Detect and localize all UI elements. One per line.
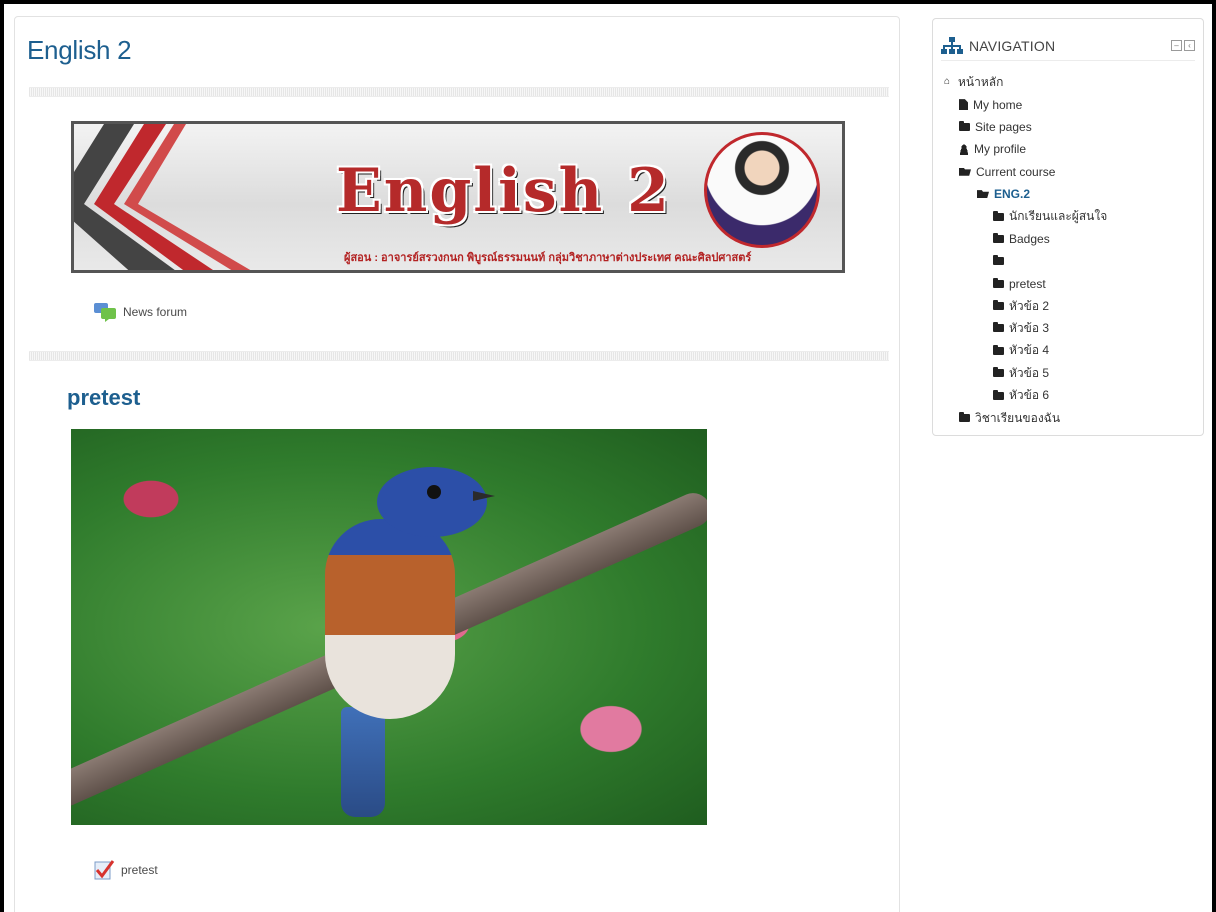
home-icon: ⌂ (943, 76, 951, 88)
image-bird-body (325, 519, 455, 719)
nav-item-label[interactable]: My profile (974, 142, 1026, 156)
folder-icon (993, 367, 1004, 378)
image-bird-beak (473, 491, 495, 501)
nav-item-label[interactable]: Badges (1009, 232, 1050, 246)
instructor-portrait (704, 132, 820, 248)
nav-item-general[interactable] (933, 250, 1203, 272)
nav-item-topic-5[interactable]: หัวข้อ 5 (933, 362, 1203, 384)
nav-item-participants[interactable]: นักเรียนและผู้สนใจ (933, 205, 1203, 227)
section-image-bird (71, 429, 707, 825)
nav-item-label[interactable]: นักเรียนและผู้สนใจ (1009, 207, 1107, 226)
folder-icon (959, 120, 970, 131)
nav-item-label[interactable]: หัวข้อ 6 (1009, 386, 1049, 405)
nav-item-label[interactable]: ENG.2 (994, 187, 1030, 201)
image-bird-tail (341, 707, 385, 817)
course-banner: English 2 ผู้สอน : อาจารย์สรวงกนก พิบูรณ… (71, 121, 845, 273)
navigation-header: NAVIGATION – ‹ (941, 31, 1195, 61)
section-title-pretest: pretest (67, 385, 141, 410)
nav-item-label[interactable]: วิชาเรียนของฉัน (975, 409, 1060, 428)
news-forum-label[interactable]: News forum (123, 305, 187, 319)
folder-icon (993, 232, 1004, 243)
section-divider (29, 87, 889, 97)
nav-item-my-courses[interactable]: วิชาเรียนของฉัน (933, 407, 1203, 429)
nav-item-label[interactable]: หัวข้อ 2 (1009, 297, 1049, 316)
nav-item-label[interactable]: My home (973, 98, 1022, 112)
folder-icon (959, 412, 970, 423)
banner-caption: ผู้สอน : อาจารย์สรวงกนก พิบูรณ์ธรรมนนท์ … (344, 252, 752, 264)
quiz-icon (94, 860, 115, 880)
nav-item-topic-4[interactable]: หัวข้อ 4 (933, 340, 1203, 362)
nav-item-topic-2[interactable]: หัวข้อ 2 (933, 295, 1203, 317)
user-icon (959, 143, 969, 155)
section-divider (29, 351, 889, 361)
nav-item-my-profile[interactable]: My profile (933, 138, 1203, 160)
folder-icon (993, 322, 1004, 333)
folder-open-icon (959, 167, 971, 176)
nav-item-label[interactable]: Current course (976, 165, 1055, 179)
nav-item-pretest[interactable]: pretest (933, 273, 1203, 295)
page-title: English 2 (27, 35, 132, 65)
nav-item-home[interactable]: ⌂ หน้าหลัก (933, 71, 1203, 93)
news-forum-link[interactable]: News forum (93, 301, 187, 323)
folder-icon (993, 344, 1004, 355)
folder-icon (993, 389, 1004, 400)
banner-title: English 2 (336, 156, 671, 226)
image-bird-head (377, 467, 487, 537)
nav-item-label[interactable]: หัวข้อ 5 (1009, 364, 1049, 383)
nav-item-label[interactable]: หัวข้อ 4 (1009, 341, 1049, 360)
collapse-block-icon[interactable]: – (1171, 40, 1182, 51)
nav-item-badges[interactable]: Badges (933, 228, 1203, 250)
nav-item-label[interactable]: หน้าหลัก (958, 73, 1003, 92)
folder-open-icon (977, 190, 989, 199)
pretest-activity-label[interactable]: pretest (121, 863, 158, 877)
folder-icon (993, 277, 1004, 288)
nav-item-topic-3[interactable]: หัวข้อ 3 (933, 317, 1203, 339)
pretest-quiz-link[interactable]: pretest (93, 859, 158, 881)
folder-icon (993, 300, 1004, 311)
nav-item-my-home[interactable]: My home (933, 93, 1203, 115)
nav-item-label[interactable]: Site pages (975, 120, 1032, 134)
nav-item-eng2[interactable]: ENG.2 (933, 183, 1203, 205)
folder-icon (993, 255, 1004, 266)
image-bird-eye (427, 485, 441, 499)
nav-item-topic-6[interactable]: หัวข้อ 6 (933, 384, 1203, 406)
nav-item-label[interactable]: หัวข้อ 3 (1009, 319, 1049, 338)
navigation-tree: ⌂ หน้าหลัก My home Site pages My profile… (933, 71, 1203, 429)
nav-item-label[interactable]: pretest (1009, 277, 1046, 291)
navigation-block: NAVIGATION – ‹ ⌂ หน้าหลัก My home Site p… (932, 18, 1204, 436)
course-content-panel: English 2 English 2 ผู้สอน : อาจารย์สรวง… (14, 16, 900, 912)
nav-item-current-course[interactable]: Current course (933, 161, 1203, 183)
banner-stripes (74, 124, 251, 270)
nav-item-site-pages[interactable]: Site pages (933, 116, 1203, 138)
document-icon (959, 99, 968, 111)
folder-icon (993, 210, 1004, 221)
navigation-title: NAVIGATION (969, 37, 1056, 54)
dock-block-icon[interactable]: ‹ (1184, 40, 1195, 51)
sitemap-icon (941, 36, 963, 54)
forum-icon (94, 303, 116, 322)
block-controls: – ‹ (1171, 40, 1195, 51)
